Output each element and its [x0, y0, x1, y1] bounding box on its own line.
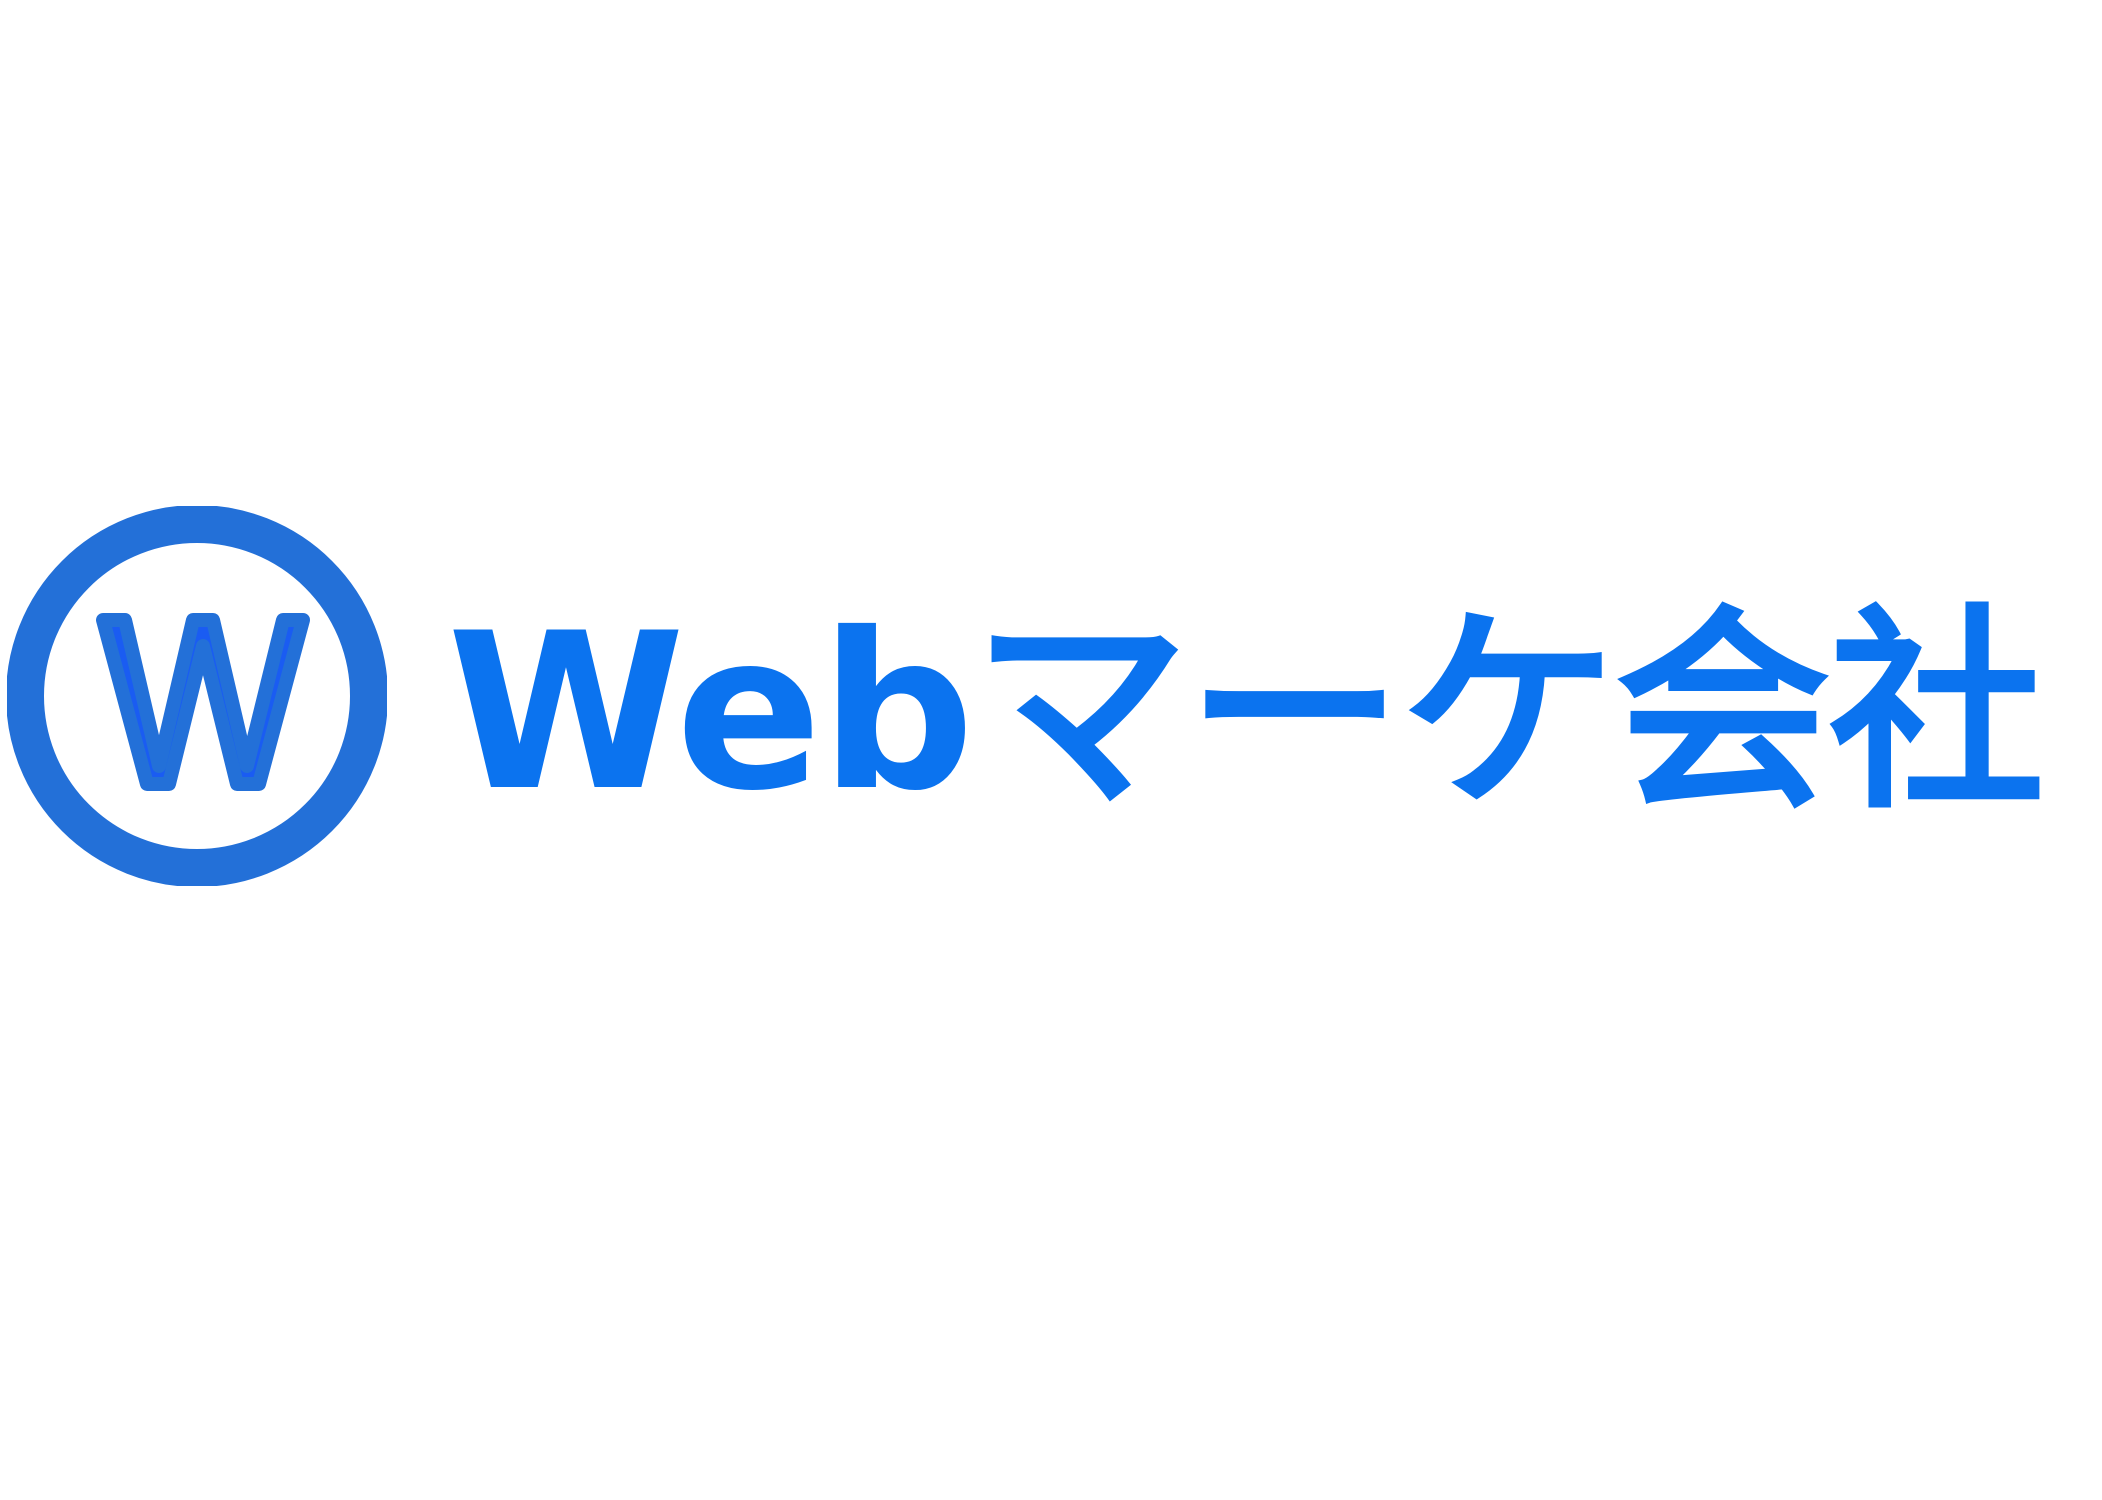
logo: Webマーケ会社	[7, 506, 2097, 886]
w-emblem-icon	[7, 506, 387, 886]
company-name: Webマーケ会社	[447, 587, 2045, 838]
company-wordmark: Webマーケ会社	[447, 605, 2087, 821]
emblem-w-glyph	[96, 613, 310, 791]
